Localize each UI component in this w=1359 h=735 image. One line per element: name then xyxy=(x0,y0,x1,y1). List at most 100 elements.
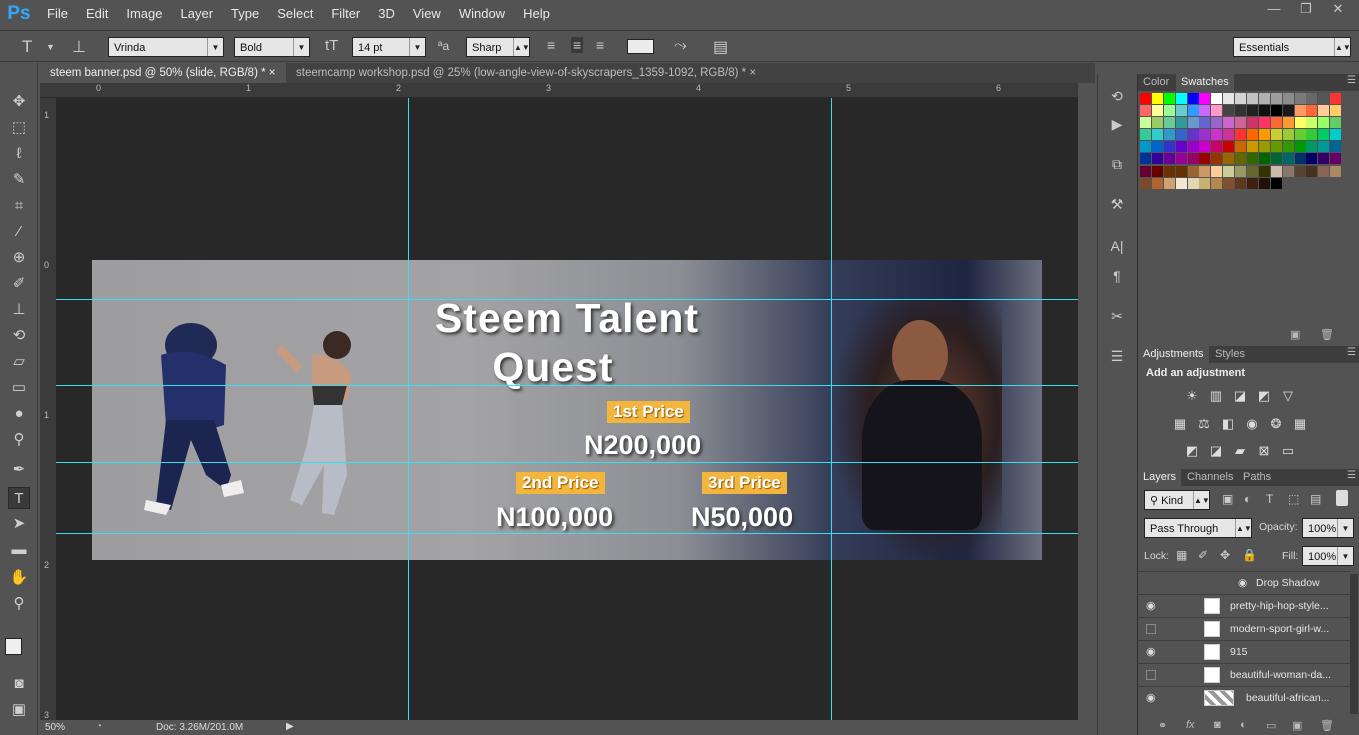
swatch[interactable] xyxy=(1151,141,1163,153)
tab-adjustments[interactable]: Adjustments xyxy=(1138,346,1209,363)
swatch[interactable] xyxy=(1318,129,1330,141)
swatch[interactable] xyxy=(1211,129,1223,141)
swatch[interactable] xyxy=(1258,93,1270,104)
swatch[interactable] xyxy=(1282,105,1294,117)
swatch[interactable] xyxy=(1282,93,1294,104)
add-mask-icon[interactable]: ◙ xyxy=(1214,719,1221,731)
swatch[interactable] xyxy=(1211,177,1223,189)
layer-row[interactable]: beautiful-woman-da... xyxy=(1138,663,1350,686)
swatch[interactable] xyxy=(1187,93,1199,104)
swatch[interactable] xyxy=(1235,165,1247,177)
swatch[interactable] xyxy=(1294,153,1306,165)
swatch[interactable] xyxy=(1175,141,1187,153)
close-button[interactable]: ✕ xyxy=(1323,0,1353,20)
prize1-amount[interactable]: N200,000 xyxy=(584,430,701,461)
tab-steemcamp-workshop[interactable]: steemcamp workshop.psd @ 25% (low-angle-… xyxy=(286,63,766,83)
swatch[interactable] xyxy=(1151,105,1163,117)
swatch[interactable] xyxy=(1211,105,1223,117)
tab-layers[interactable]: Layers xyxy=(1138,469,1182,486)
posterize-icon[interactable]: ◪ xyxy=(1208,443,1224,458)
swatch[interactable] xyxy=(1199,93,1211,104)
menu-image[interactable]: Image xyxy=(117,0,171,28)
swatch[interactable] xyxy=(1163,105,1175,117)
move-tool-icon[interactable]: ✥ xyxy=(8,91,30,113)
guide-horizontal[interactable] xyxy=(56,299,1078,300)
brightness-icon[interactable]: ☀ xyxy=(1184,388,1200,403)
blur-tool-icon[interactable]: ● xyxy=(8,403,30,425)
swatch[interactable] xyxy=(1163,93,1175,104)
gradient-tool-icon[interactable]: ▭ xyxy=(8,377,30,399)
swatch[interactable] xyxy=(1223,177,1235,189)
swatch[interactable] xyxy=(1247,129,1259,141)
swatch[interactable] xyxy=(1258,153,1270,165)
canvas-area[interactable]: Steem Talent Quest 1st Price N200,000 2n… xyxy=(56,98,1078,720)
trash-icon[interactable]: 🗑 xyxy=(1320,328,1334,341)
shape-tool-icon[interactable]: ▬ xyxy=(8,539,30,561)
fill-field[interactable]: 100% ▼ xyxy=(1302,546,1354,566)
swatch[interactable] xyxy=(1318,141,1330,153)
swatch[interactable] xyxy=(1247,105,1259,117)
character-icon[interactable]: A| xyxy=(1106,238,1128,260)
lock-all-icon[interactable]: 🔒 xyxy=(1242,548,1257,562)
new-adjustment-icon[interactable]: ◐ xyxy=(1240,719,1247,731)
swatch[interactable] xyxy=(1235,93,1247,104)
swatch[interactable] xyxy=(1330,129,1342,141)
swatch[interactable] xyxy=(1235,129,1247,141)
swatch[interactable] xyxy=(1163,141,1175,153)
swatch[interactable] xyxy=(1140,117,1151,129)
link-layers-icon[interactable]: ⚭ xyxy=(1158,719,1167,732)
swatch[interactable] xyxy=(1270,165,1282,177)
banner-title-line1[interactable]: Steem Talent xyxy=(92,295,1042,342)
swatch[interactable] xyxy=(1330,165,1342,177)
swatch[interactable] xyxy=(1235,141,1247,153)
swatch[interactable] xyxy=(1247,141,1259,153)
swatch[interactable] xyxy=(1235,177,1247,189)
swatch[interactable] xyxy=(1330,141,1342,153)
dodge-tool-icon[interactable]: ⚲ xyxy=(8,429,30,451)
quick-selection-icon[interactable]: ✎ xyxy=(8,169,30,191)
swatch[interactable] xyxy=(1187,153,1199,165)
black-white-icon[interactable]: ◧ xyxy=(1220,416,1236,431)
eye-icon[interactable]: ◉ xyxy=(1238,577,1247,589)
swatch[interactable] xyxy=(1318,93,1330,104)
menu-3d[interactable]: 3D xyxy=(369,0,404,28)
swatch[interactable] xyxy=(1175,153,1187,165)
swatch[interactable] xyxy=(1247,165,1259,177)
actions-play-icon[interactable]: ▶ xyxy=(1106,116,1128,138)
swatch[interactable] xyxy=(1330,105,1342,117)
swatch[interactable] xyxy=(1235,105,1247,117)
swatch[interactable] xyxy=(1330,117,1342,129)
swatch[interactable] xyxy=(1211,153,1223,165)
font-family-select[interactable]: Vrinda ▼ xyxy=(108,37,224,57)
menu-type[interactable]: Type xyxy=(222,0,268,28)
color-balance-icon[interactable]: ⚖ xyxy=(1196,416,1212,431)
quick-mask-icon[interactable]: ◙ xyxy=(8,673,30,695)
status-arrow-icon[interactable]: ▶ xyxy=(286,721,294,732)
swatch[interactable] xyxy=(1223,105,1235,117)
filter-pixel-icon[interactable]: ▣ xyxy=(1222,492,1233,506)
swatch[interactable] xyxy=(1223,117,1235,129)
swatch[interactable] xyxy=(1151,177,1163,189)
filter-type-icon[interactable]: T xyxy=(1266,492,1273,506)
history-brush-icon[interactable]: ⟲ xyxy=(8,325,30,347)
menu-filter[interactable]: Filter xyxy=(322,0,369,28)
swatch[interactable] xyxy=(1270,141,1282,153)
layer-row[interactable]: ◉ 915 xyxy=(1138,640,1350,663)
new-group-icon[interactable]: ▭ xyxy=(1266,719,1276,732)
eraser-icon[interactable]: ▱ xyxy=(8,351,30,373)
lasso-tool-icon[interactable]: ℓ xyxy=(8,143,30,165)
invert-icon[interactable]: ◩ xyxy=(1184,443,1200,458)
opacity-field[interactable]: 100% ▼ xyxy=(1302,518,1354,538)
zoom-level[interactable]: 50% xyxy=(45,722,65,733)
align-center-icon[interactable]: ≡ xyxy=(571,37,584,53)
swatch[interactable] xyxy=(1270,153,1282,165)
swatch[interactable] xyxy=(1199,165,1211,177)
3d-icon[interactable]: ⧉ xyxy=(1106,156,1128,178)
new-layer-icon[interactable]: ▣ xyxy=(1292,719,1302,732)
tab-steem-banner[interactable]: steem banner.psd @ 50% (slide, RGB/8) * … xyxy=(40,63,286,83)
panel-menu-icon[interactable]: ☰ xyxy=(1347,470,1356,481)
prize2-label[interactable]: 2nd Price xyxy=(516,472,605,494)
foreground-color-swatch[interactable] xyxy=(5,638,22,655)
brush-presets-icon[interactable]: ⚒ xyxy=(1106,196,1128,218)
swatch[interactable] xyxy=(1247,177,1259,189)
